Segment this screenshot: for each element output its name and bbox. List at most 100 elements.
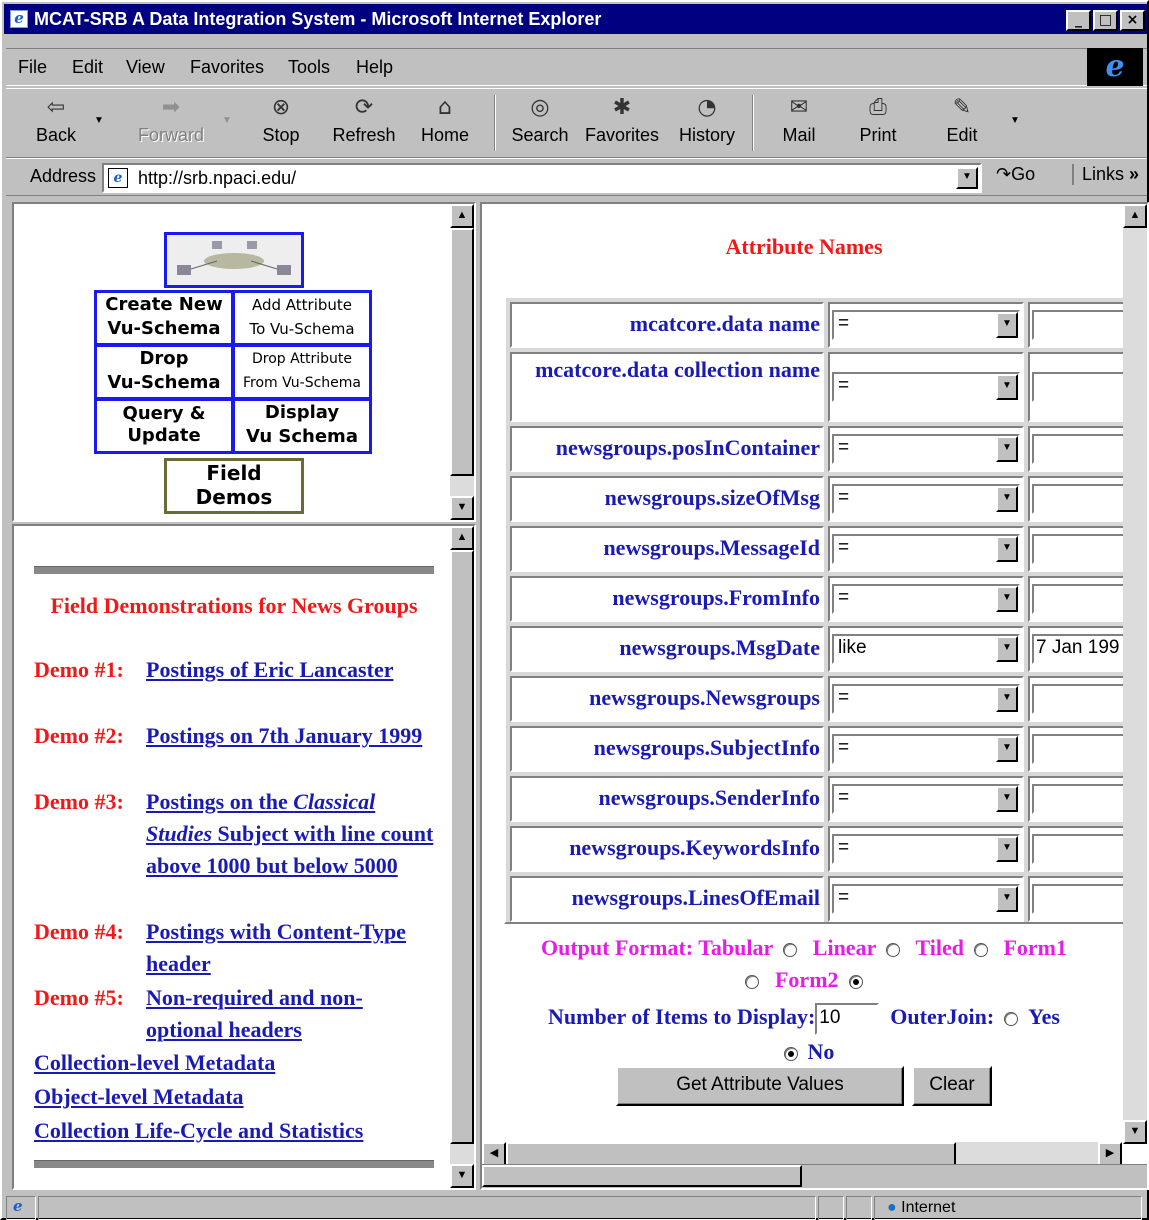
operator-select[interactable]: = ▼ [832,684,1020,714]
drop-vu-schema-button[interactable]: Drop Vu-Schema [94,344,234,400]
chevron-down-icon[interactable]: ▼ [996,886,1018,912]
edit-dropdown-icon[interactable]: ▼ [1010,115,1020,126]
field-demos-button[interactable]: Field Demos [164,458,304,514]
chevron-down-icon[interactable]: ▼ [996,586,1018,612]
value-input[interactable] [1032,784,1124,814]
history-button[interactable]: ◔ History [670,93,744,153]
scroll-down-icon[interactable]: ▼ [450,1164,474,1188]
query-update-button[interactable]: Query & Update [94,398,234,454]
links-button[interactable]: Links » [1072,164,1139,185]
demo-link-3[interactable]: Postings on the Classical Studies Subjec… [146,786,436,882]
scroll-up-icon[interactable]: ▲ [450,204,474,228]
close-button[interactable]: × [1120,10,1145,31]
operator-select[interactable]: = ▼ [832,834,1020,864]
favorites-button[interactable]: ✱ Favorites [582,93,662,153]
demos-scrollbar[interactable]: ▲ ▼ [450,526,474,1188]
operator-select[interactable]: = ▼ [832,310,1020,340]
format-linear-radio[interactable] [886,942,901,957]
scroll-up-icon[interactable]: ▲ [450,526,474,550]
go-button[interactable]: ↷Go [996,164,1035,185]
scroll-down-icon[interactable]: ▼ [450,496,474,520]
search-button[interactable]: ◎ Search [504,93,576,153]
chevron-down-icon[interactable]: ▼ [996,436,1018,462]
value-input[interactable] [1032,734,1124,764]
demo-link-2[interactable]: Postings on 7th January 1999 [146,720,436,752]
chevron-down-icon[interactable]: ▼ [996,536,1018,562]
scroll-thumb[interactable] [506,1142,956,1166]
demo-link-1[interactable]: Postings of Eric Lancaster [146,654,436,686]
num-items-input[interactable]: 10 [815,1002,880,1035]
outerjoin-yes-radio[interactable] [1004,1011,1019,1026]
lifecycle-statistics-link[interactable]: Collection Life-Cycle and Statistics [34,1118,363,1144]
format-tabular-radio[interactable] [783,942,798,957]
chevron-down-icon[interactable]: ▼ [996,836,1018,862]
clear-button[interactable]: Clear [912,1066,992,1106]
demo-link-5[interactable]: Non-required and non-optional headers [146,982,436,1046]
menu-edit[interactable]: Edit [72,57,103,78]
format-tiled-radio[interactable] [973,942,988,957]
display-vu-schema-button[interactable]: Display Vu Schema [232,398,372,454]
forward-dropdown-icon[interactable]: ▼ [222,115,232,126]
operator-select[interactable]: = ▼ [832,484,1020,514]
back-dropdown-icon[interactable]: ▼ [94,115,104,126]
chevron-down-icon[interactable]: ▼ [996,686,1018,712]
stop-button[interactable]: ⊗ Stop [246,93,316,153]
drop-attribute-button[interactable]: Drop Attribute From Vu-Schema [232,344,372,400]
operator-select[interactable]: = ▼ [832,734,1020,764]
scroll-thumb[interactable] [450,228,474,476]
operator-select[interactable]: = ▼ [832,372,1020,402]
value-input[interactable]: 7 Jan 199 [1032,634,1124,664]
add-attribute-button[interactable]: Add Attribute To Vu-Schema [232,290,372,346]
operator-select[interactable]: = ▼ [832,784,1020,814]
attributes-vscrollbar[interactable]: ▲ ▼ [1123,204,1147,1144]
value-input[interactable] [1032,834,1124,864]
scroll-thumb[interactable] [482,1165,802,1187]
operator-select[interactable]: = ▼ [832,434,1020,464]
forward-button[interactable]: ➡ Forward [126,93,216,153]
chevron-down-icon[interactable]: ▼ [996,486,1018,512]
value-input[interactable] [1032,372,1124,402]
outerjoin-no-radio[interactable] [783,1046,798,1061]
address-input[interactable]: e http://srb.npaci.edu/ ▼ [102,163,982,193]
outer-hscrollbar[interactable] [482,1164,1147,1188]
refresh-button[interactable]: ⟳ Refresh [326,93,402,153]
operator-select[interactable]: = ▼ [832,584,1020,614]
menu-view[interactable]: View [126,57,165,78]
value-input[interactable] [1032,434,1124,464]
operator-select[interactable]: = ▼ [832,884,1020,914]
chevron-down-icon[interactable]: ▼ [996,736,1018,762]
create-vu-schema-button[interactable]: Create New Vu-Schema [94,290,234,346]
mail-button[interactable]: ✉ Mail [764,93,834,153]
edit-button[interactable]: ✎ Edit [932,93,992,153]
scroll-down-icon[interactable]: ▼ [1123,1120,1147,1144]
nav-scrollbar[interactable]: ▲ ▼ [450,204,474,520]
value-input[interactable] [1032,684,1124,714]
collection-metadata-link[interactable]: Collection-level Metadata [34,1050,275,1076]
scroll-up-icon[interactable]: ▲ [1123,204,1147,228]
value-input[interactable] [1032,534,1124,564]
scroll-right-icon[interactable]: ▶ [1098,1142,1122,1166]
chevron-down-icon[interactable]: ▼ [996,636,1018,662]
maximize-button[interactable]: □ [1093,10,1118,31]
value-input[interactable] [1032,884,1124,914]
menu-file[interactable]: File [18,57,47,78]
value-input[interactable] [1032,484,1124,514]
format-form2-radio[interactable] [848,974,863,989]
menu-tools[interactable]: Tools [288,57,330,78]
chevron-down-icon[interactable]: ▼ [996,312,1018,338]
address-dropdown-button[interactable]: ▼ [956,167,978,189]
format-form1-radio[interactable] [745,974,760,989]
print-button[interactable]: ⎙ Print [848,93,908,153]
chevron-down-icon[interactable]: ▼ [996,374,1018,400]
scroll-left-icon[interactable]: ◀ [482,1142,506,1166]
home-button[interactable]: ⌂ Home [410,93,480,153]
scroll-thumb[interactable] [450,550,474,1144]
schema-diagram-image[interactable] [164,232,304,288]
menu-help[interactable]: Help [356,57,393,78]
operator-select[interactable]: like ▼ [832,634,1020,664]
operator-select[interactable]: = ▼ [832,534,1020,564]
value-input[interactable] [1032,310,1124,340]
get-attribute-values-button[interactable]: Get Attribute Values [616,1066,904,1106]
object-metadata-link[interactable]: Object-level Metadata [34,1084,244,1110]
back-button[interactable]: ⇦ Back [26,93,86,153]
